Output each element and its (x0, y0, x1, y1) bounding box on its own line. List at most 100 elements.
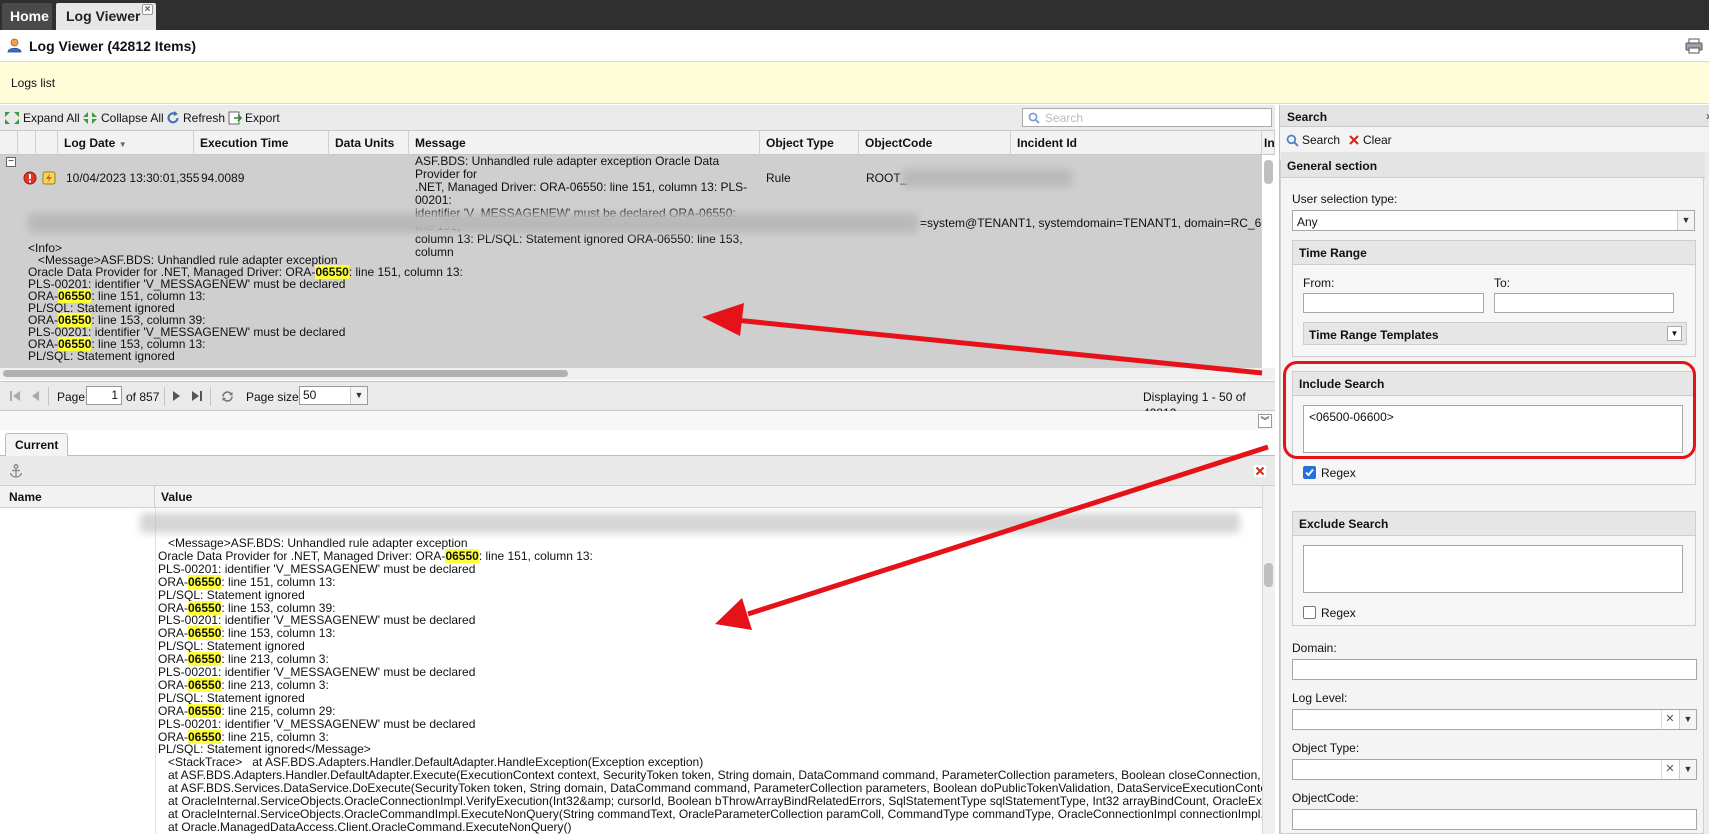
col-incident-id[interactable]: Incident Id (1011, 131, 1262, 155)
user-selection-value: Any (1297, 215, 1318, 229)
collapse-all-button[interactable]: Collapse All (82, 110, 164, 126)
col-data-units[interactable]: Data Units (329, 131, 409, 155)
from-input[interactable] (1303, 293, 1484, 313)
search-match-highlight: 06550 (188, 729, 222, 744)
clear-button-label: Clear (1363, 133, 1392, 147)
log-text-segment: PLS-00201: identifier 'V_MESSAGENEW' mus… (158, 613, 476, 628)
exclude-search-header[interactable]: Exclude Search (1293, 512, 1695, 536)
next-page-icon[interactable] (170, 390, 182, 402)
page-size-select[interactable]: 50 ▼ (299, 386, 368, 405)
col-truncated[interactable]: In (1262, 131, 1275, 155)
col-object-code[interactable]: ObjectCode (859, 131, 1011, 155)
user-icon (7, 38, 22, 53)
clear-icon[interactable]: ✕ (1661, 760, 1678, 779)
refresh-button[interactable]: Refresh (166, 110, 225, 126)
user-selection-select[interactable]: Any ▼ (1292, 210, 1695, 231)
redacted-content (140, 513, 1240, 533)
log-text-segment: : line 153, column 13: (221, 626, 336, 641)
prev-page-icon[interactable] (30, 390, 42, 402)
row-message-line: .NET, Managed Driver: ORA-06550: line 15… (415, 180, 748, 207)
search-match-highlight: 06550 (188, 600, 222, 615)
include-regex-checkbox[interactable] (1303, 466, 1316, 479)
close-icon[interactable] (1254, 465, 1266, 477)
collapse-panel-icon[interactable]: ︾ (1258, 414, 1272, 428)
property-grid-body: <Message>ASF.BDS: Unhandled rule adapter… (0, 508, 1262, 834)
time-range-title: Time Range (1299, 246, 1367, 260)
property-vertical-scrollbar[interactable] (1262, 486, 1275, 834)
chevron-down-icon[interactable]: ▼ (1679, 710, 1696, 729)
clear-icon[interactable]: ✕ (1661, 710, 1678, 729)
row-execution-time: 94.0089 (201, 171, 245, 185)
object-code-input[interactable] (1292, 809, 1697, 830)
first-page-icon[interactable] (9, 390, 21, 402)
tab-log-viewer[interactable]: Log Viewer × (56, 3, 156, 30)
anchor-icon[interactable] (9, 464, 23, 478)
grid-search-input[interactable]: Search (1022, 108, 1272, 127)
chevron-down-icon[interactable]: ▼ (1677, 211, 1694, 230)
chevron-down-icon[interactable]: ▼ (350, 387, 367, 404)
log-text-segment: : line 153, column 39: (221, 600, 336, 615)
export-label: Export (245, 111, 280, 125)
close-icon[interactable]: × (142, 4, 153, 15)
tab-home[interactable]: Home (2, 3, 52, 30)
general-section-header[interactable]: General section (1281, 152, 1705, 178)
expand-all-button[interactable]: Expand All (4, 110, 80, 126)
exclude-regex-checkbox[interactable] (1303, 606, 1316, 619)
log-text-segment: at Oracle.ManagedDataAccess.Client.Oracl… (158, 819, 572, 834)
include-regex-label: Regex (1321, 466, 1356, 480)
redacted-content (28, 213, 918, 233)
to-input[interactable] (1494, 293, 1674, 313)
search-panel: Search › Search Clear General section Us… (1279, 105, 1709, 834)
object-type-select[interactable]: ✕ ▼ (1292, 759, 1697, 780)
page-label: Page (57, 390, 86, 404)
refresh-icon[interactable] (220, 389, 235, 404)
clear-button[interactable]: Clear (1348, 132, 1392, 148)
row-message-line: column 13: PL/SQL: Statement ignored ORA… (415, 232, 743, 259)
export-button[interactable]: Export (228, 110, 280, 126)
log-text-segment: PL/SQL: Statement ignored (158, 587, 305, 602)
grid-body: − 10/04/2023 13:30:01,355 94.0089 ASF.BD… (0, 155, 1262, 368)
chevron-down-icon[interactable]: ▼ (1679, 760, 1696, 779)
printer-icon[interactable] (1685, 38, 1703, 54)
row-collapse-toggle[interactable]: − (6, 157, 16, 167)
row-object-type: Rule (766, 171, 791, 185)
grid-hscroll-thumb[interactable] (3, 370, 568, 377)
col-value: Value (161, 490, 193, 504)
object-code-label: ObjectCode: (1292, 791, 1359, 805)
top-tab-bar: Home Log Viewer × (0, 0, 1709, 30)
time-range-templates[interactable]: Time Range Templates ▼ (1303, 322, 1687, 345)
time-range-group: Time Range From: To: Time Range Template… (1292, 240, 1696, 357)
search-icon (1028, 112, 1040, 124)
exclude-search-input[interactable] (1303, 545, 1683, 593)
chevron-down-icon[interactable]: ▼ (1667, 326, 1682, 341)
property-scroll-thumb[interactable] (1264, 563, 1273, 587)
log-level-select[interactable]: ✕ ▼ (1292, 709, 1697, 730)
time-range-header[interactable]: Time Range (1293, 241, 1695, 265)
collapse-icon (83, 112, 97, 124)
col-message[interactable]: Message (409, 131, 760, 155)
log-text-segment: : line 151, column 13: (348, 265, 463, 279)
log-text-segment: ORA- (158, 600, 188, 615)
log-text-segment: PL/SQL: Statement ignored</Message> (158, 742, 371, 757)
log-text-segment: at ASF.BDS.Services.DataService.DoExecut… (158, 781, 1262, 796)
last-page-icon[interactable] (191, 390, 203, 402)
row-log-date: 10/04/2023 13:30:01,355 (66, 171, 200, 185)
log-text-segment: at OracleInternal.ServiceObjects.OracleC… (158, 806, 1262, 821)
col-log-date[interactable]: Log Date ▼ (58, 131, 194, 155)
grid-scroll-thumb[interactable] (1264, 160, 1273, 184)
log-text-segment: PL/SQL: Statement ignored (158, 639, 305, 654)
log-text-line: at Oracle.ManagedDataAccess.Client.Oracl… (158, 819, 572, 834)
col-execution-time[interactable]: Execution Time (194, 131, 329, 155)
col-level (18, 131, 36, 155)
col-object-type[interactable]: Object Type (760, 131, 859, 155)
domain-input[interactable] (1292, 659, 1697, 680)
object-type-label: Object Type: (1292, 741, 1360, 755)
tab-current[interactable]: Current (5, 433, 69, 457)
log-text-segment: : line 151, column 13: (478, 548, 593, 563)
search-button-label: Search (1302, 133, 1341, 147)
search-panel-title-label: Search (1287, 110, 1328, 124)
page-size-value: 50 (303, 388, 317, 402)
log-text-segment: : line 213, column 3: (221, 652, 329, 667)
page-number-input[interactable]: 1 (86, 386, 122, 405)
search-button[interactable]: Search (1286, 132, 1340, 148)
